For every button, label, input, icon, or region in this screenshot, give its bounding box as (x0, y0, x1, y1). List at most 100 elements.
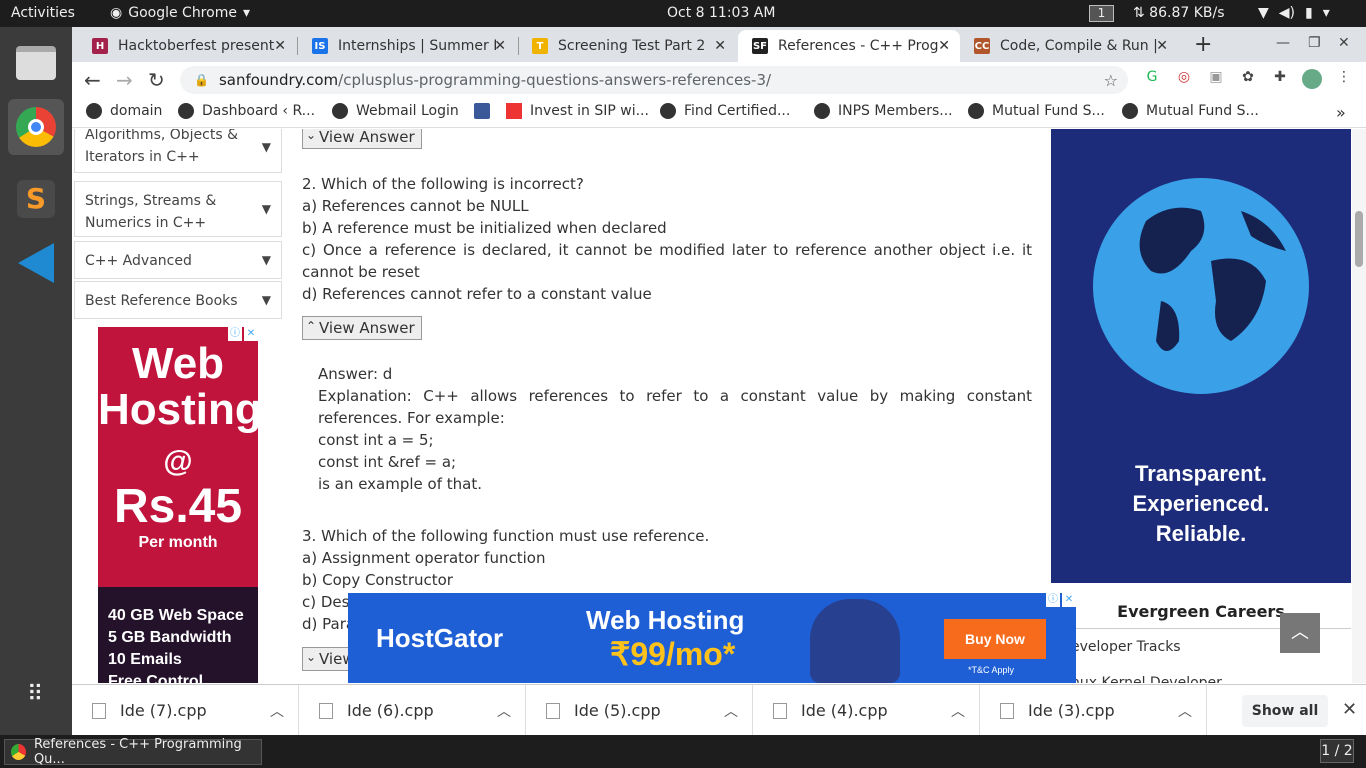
system-menu[interactable]: ▼ ◀) ▮ ▾ (1258, 5, 1330, 21)
ad-text: Reliable. (1155, 521, 1247, 546)
tab-references-cpp[interactable]: SF References - C++ Progra ✕ (738, 30, 960, 62)
chevron-up-icon[interactable]: ︿ (724, 701, 738, 721)
vscode-icon[interactable] (8, 235, 64, 291)
ad-headline: Web Hosting (586, 605, 745, 635)
download-item[interactable]: Ide (3).cpp ︿ (980, 685, 1207, 736)
sanfoundry-favicon-icon: SF (752, 38, 768, 54)
download-item[interactable]: Ide (7).cpp ︿ (72, 685, 299, 736)
chrome-menu-icon[interactable]: ⋮ (1334, 69, 1354, 89)
profile-avatar[interactable] (1302, 69, 1322, 89)
ad-text: Transparent. (1134, 461, 1268, 486)
sidebar-item-algorithms[interactable]: Algorithms, Objects & Iterators in C++ ▼ (74, 129, 282, 173)
tab-strip: H Hacktoberfest present ✕ IS Internships… (72, 27, 1366, 62)
workspace-pager[interactable]: 1 / 2 (1320, 739, 1354, 763)
tab-screening-test[interactable]: T Screening Test Part 2 ✕ (518, 30, 736, 62)
bookmark-item[interactable]: Find Certified... (660, 103, 790, 119)
chrome-app-icon[interactable] (8, 99, 64, 155)
tab-internships[interactable]: IS Internships | Summer I ✕ (298, 30, 516, 62)
close-downloads-bar-icon[interactable]: ✕ (1342, 699, 1357, 720)
download-item[interactable]: Ide (6).cpp ︿ (299, 685, 526, 736)
hosting-globe-ad[interactable]: Transparent. Experienced. Reliable. (1051, 129, 1351, 583)
sidebar-item-reference-books[interactable]: Best Reference Books ▼ (74, 281, 282, 319)
files-app-icon[interactable] (8, 35, 64, 91)
lock-icon[interactable]: 🔒 (194, 73, 209, 87)
extension-icon[interactable]: ▣ (1206, 69, 1226, 89)
option-text: c) Once a reference is declared, it cann… (302, 241, 1032, 281)
new-tab-button[interactable]: + (1194, 32, 1212, 57)
ad-text: Per month (138, 534, 218, 551)
show-all-downloads-button[interactable]: Show all (1242, 695, 1328, 727)
minimize-button[interactable]: — (1276, 35, 1290, 51)
globe-icon (1122, 103, 1138, 119)
taskbar-window-button[interactable]: References - C++ Programming Qu... (4, 737, 262, 767)
close-icon[interactable]: ✕ (938, 38, 950, 54)
bookmark-item[interactable]: Mutual Fund S... (968, 103, 1105, 119)
sublime-text-icon[interactable]: S (8, 171, 64, 227)
scroll-to-top-button[interactable]: ︿ (1280, 613, 1320, 653)
bookmark-item[interactable]: Invest in SIP wi... (506, 103, 649, 119)
workspace-indicator[interactable]: 1 (1089, 5, 1114, 22)
ad-close-icon[interactable]: ✕ (1062, 593, 1076, 607)
ad-close-icon[interactable]: ✕ (244, 327, 258, 341)
activities-button[interactable]: Activities (11, 5, 75, 21)
clock[interactable]: Oct 8 11:03 AM (667, 5, 775, 21)
sidebar-item-strings[interactable]: Strings, Streams & Numerics in C++ ▼ (74, 181, 282, 237)
bookmark-item[interactable]: Webmail Login (332, 103, 459, 119)
close-icon[interactable]: ✕ (1156, 38, 1168, 54)
chevron-up-icon[interactable]: ︿ (270, 701, 284, 721)
bookmark-item[interactable] (474, 103, 498, 119)
career-link[interactable]: nux Kernel Developer (1051, 675, 1351, 683)
bookmark-item[interactable]: Mutual Fund S... (1122, 103, 1259, 119)
extensions-puzzle-icon[interactable]: ✚ (1270, 69, 1290, 89)
bookmark-item[interactable]: INPS Members... (814, 103, 953, 119)
close-icon[interactable]: ✕ (714, 38, 726, 54)
extension-icon[interactable]: ◎ (1174, 69, 1194, 89)
forward-button[interactable]: → (116, 68, 133, 92)
bookmarks-overflow-icon[interactable]: » (1336, 103, 1346, 122)
chevron-up-icon[interactable]: ︿ (497, 701, 511, 721)
ad-feature: Free Control Panel (108, 673, 204, 683)
app-menu[interactable]: ◉ Google Chrome ▾ (110, 5, 250, 21)
download-item[interactable]: Ide (5).cpp ︿ (526, 685, 753, 736)
ad-price: ₹99/mo* (610, 636, 736, 672)
reload-button[interactable]: ↻ (148, 68, 165, 92)
web-hosting-ad[interactable]: Web Hosting @ Rs.45 Per month 40 GB Web … (98, 327, 262, 683)
caret-down-icon: ⌄ (306, 129, 317, 142)
chevron-up-icon[interactable]: ︿ (1178, 701, 1192, 721)
tab-hacktoberfest[interactable]: H Hacktoberfest present ✕ (78, 30, 296, 62)
system-top-bar: Activities ◉ Google Chrome ▾ Oct 8 11:03… (0, 0, 1366, 27)
maximize-button[interactable]: ❐ (1308, 35, 1321, 51)
download-item[interactable]: Ide (4).cpp ︿ (753, 685, 980, 736)
tab-label: Code, Compile & Run | C (1000, 38, 1160, 54)
chevron-up-icon[interactable]: ︿ (951, 701, 965, 721)
view-answer-button[interactable]: ⌄ View Answer (302, 129, 422, 149)
close-icon[interactable]: ✕ (494, 38, 506, 54)
extension-icon[interactable]: ✿ (1238, 69, 1258, 89)
scrollbar-thumb[interactable] (1355, 211, 1363, 267)
bookmark-item[interactable]: domain (86, 103, 162, 119)
show-apps-icon[interactable]: ⠿ (8, 667, 64, 723)
hostgator-ad[interactable]: HostGator Web Hosting ₹99/mo* Buy Now *T… (348, 593, 1076, 683)
bookmark-label: domain (110, 103, 163, 119)
url-domain: sanfoundry.com (218, 71, 339, 89)
bookmark-item[interactable]: Dashboard ‹ R... (178, 103, 315, 119)
button-label: View Answer (319, 129, 415, 146)
grammarly-extension-icon[interactable]: G (1142, 69, 1162, 89)
bookmark-label: Dashboard ‹ R... (202, 103, 316, 119)
ad-info-icon[interactable]: ⓘ (228, 327, 242, 341)
page-scrollbar[interactable] (1352, 129, 1366, 683)
bookmark-star-icon[interactable]: ☆ (1104, 71, 1118, 90)
back-button[interactable]: ← (84, 68, 101, 92)
sidebar-item-cpp-advanced[interactable]: C++ Advanced ▼ (74, 241, 282, 279)
view-answer-button[interactable]: ⌃ View Answer (302, 316, 422, 340)
ad-feature: 40 GB Web Space (108, 607, 244, 624)
globe-icon (660, 103, 676, 119)
ad-slogan: Transparent. Experienced. Reliable. (1051, 459, 1351, 549)
ad-info-icon[interactable]: ⓘ (1046, 593, 1060, 607)
close-icon[interactable]: ✕ (274, 38, 286, 54)
omnibox[interactable]: 🔒 sanfoundry.com /cplusplus-programming-… (180, 66, 1128, 94)
buy-now-button[interactable]: Buy Now (944, 619, 1046, 659)
chrome-small-icon: ◉ (110, 5, 123, 21)
tab-code-compile-run[interactable]: CC Code, Compile & Run | C ✕ (960, 30, 1178, 62)
window-close-button[interactable]: ✕ (1338, 35, 1350, 51)
